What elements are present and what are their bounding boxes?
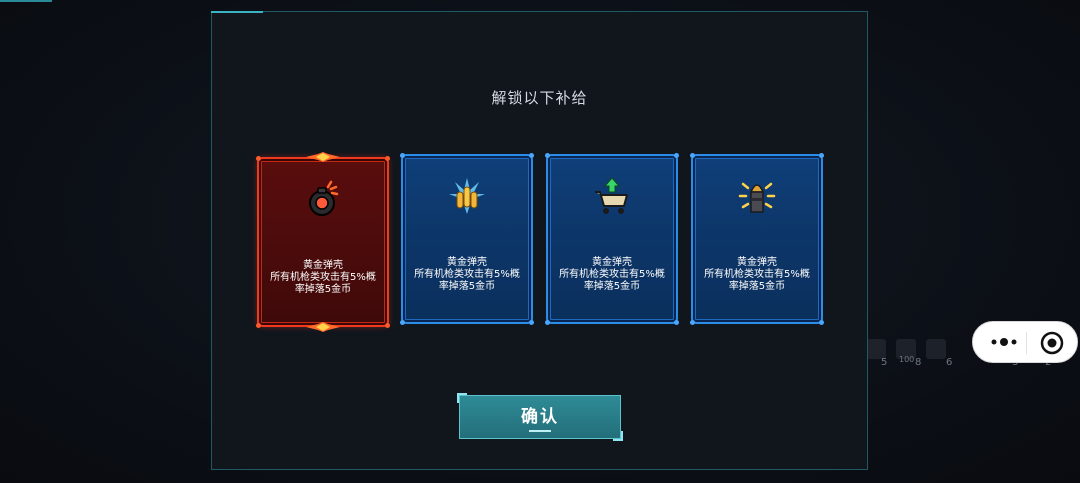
corner-stud bbox=[674, 320, 679, 325]
bomb-icon bbox=[309, 180, 339, 216]
background-inventory: 5 100 8 6 bbox=[866, 335, 971, 371]
corner-stud bbox=[690, 320, 695, 325]
corner-stud bbox=[545, 320, 550, 325]
card-description: 所有机枪类攻击有5%概 率掉落5金币 bbox=[407, 269, 527, 293]
capsule-divider bbox=[1026, 332, 1027, 354]
card-desc-line: 所有机枪类攻击有5%概 bbox=[559, 269, 665, 280]
button-bracket bbox=[613, 431, 623, 441]
more-dots-icon[interactable] bbox=[989, 335, 1019, 349]
inventory-slot bbox=[866, 339, 886, 359]
confirm-button[interactable]: 确认 bbox=[457, 393, 623, 441]
corner-stud bbox=[400, 153, 405, 158]
corner-stud bbox=[819, 320, 824, 325]
corner-stud bbox=[385, 156, 390, 161]
supply-card[interactable]: 黄金弹壳 所有机枪类攻击有5%概 率掉落5金币 bbox=[545, 153, 679, 325]
card-desc-line: 所有机枪类攻击有5%概 bbox=[704, 269, 810, 280]
card-name: 黄金弹壳 bbox=[592, 257, 632, 268]
inventory-count: 100 bbox=[899, 355, 915, 364]
corner-stud bbox=[819, 153, 824, 158]
corner-stud bbox=[545, 153, 550, 158]
inventory-count: 8 bbox=[915, 357, 922, 368]
shopping-cart-upgrade-icon bbox=[595, 177, 628, 214]
card-description: 所有机枪类攻击有5%概 率掉落5金币 bbox=[697, 269, 817, 293]
inventory-count: 6 bbox=[946, 357, 953, 368]
inventory-slot bbox=[926, 339, 946, 359]
corner-stud bbox=[400, 320, 405, 325]
game-screen: 5 100 8 6 3 2 解锁以下补给 黄金弹 bbox=[0, 0, 1080, 483]
corner-stud bbox=[690, 153, 695, 158]
card-desc-line: 率掉落5金币 bbox=[583, 281, 641, 292]
card-bottom-ornament bbox=[306, 322, 340, 332]
card-description: 所有机枪类攻击有5%概 率掉落5金币 bbox=[552, 269, 672, 293]
corner-stud bbox=[529, 153, 534, 158]
supply-card[interactable]: 黄金弹壳 所有机枪类攻击有5%概 率掉落5金币 bbox=[400, 153, 534, 325]
top-accent-line bbox=[0, 0, 52, 2]
bullet-burst-icon bbox=[449, 178, 485, 214]
confirm-label: 确认 bbox=[521, 407, 559, 427]
miniprogram-capsule bbox=[972, 321, 1078, 363]
supply-card[interactable]: 黄金弹壳 所有机枪类攻击有5%概 率掉落5金币 bbox=[690, 153, 824, 325]
button-underline bbox=[529, 430, 551, 432]
corner-stud bbox=[385, 323, 390, 328]
card-desc-line: 率掉落5金币 bbox=[438, 281, 496, 292]
button-bracket bbox=[457, 393, 467, 403]
supply-card[interactable]: 黄金弹壳 所有机枪类攻击有5%概 率掉落5金币 bbox=[256, 152, 390, 332]
corner-stud bbox=[529, 320, 534, 325]
dialog-accent-line bbox=[211, 11, 263, 13]
card-top-ornament bbox=[306, 152, 340, 162]
corner-stud bbox=[256, 156, 261, 161]
card-desc-line: 所有机枪类攻击有5%概 bbox=[270, 272, 376, 283]
card-description: 所有机枪类攻击有5%概 率掉落5金币 bbox=[263, 272, 383, 296]
inventory-count: 5 bbox=[881, 357, 888, 368]
target-circle-icon[interactable] bbox=[1040, 331, 1064, 355]
card-name: 黄金弹壳 bbox=[737, 257, 777, 268]
corner-stud bbox=[674, 153, 679, 158]
card-desc-line: 率掉落5金币 bbox=[728, 281, 786, 292]
card-name: 黄金弹壳 bbox=[303, 260, 343, 271]
card-name: 黄金弹壳 bbox=[447, 257, 487, 268]
dialog-title: 解锁以下补给 bbox=[491, 89, 588, 107]
glowing-shell-icon bbox=[738, 182, 776, 213]
card-desc-line: 所有机枪类攻击有5%概 bbox=[414, 269, 520, 280]
card-desc-line: 率掉落5金币 bbox=[294, 284, 352, 295]
corner-stud bbox=[256, 323, 261, 328]
